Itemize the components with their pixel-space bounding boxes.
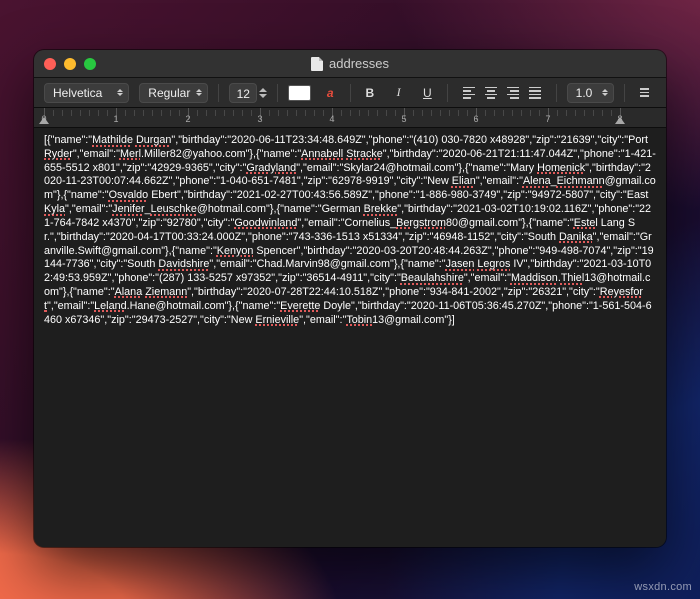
- close-icon[interactable]: [44, 58, 56, 70]
- ruler-label: 2: [185, 114, 190, 124]
- app-window: addresses Helvetica Regular 12 a B I U: [34, 50, 666, 547]
- chevron-updown-icon: [196, 89, 202, 96]
- italic-button[interactable]: I: [389, 83, 408, 103]
- separator: [624, 84, 625, 102]
- traffic-lights: [44, 58, 96, 70]
- document-area[interactable]: [{"name":"Mathilde Durgan","birthday":"2…: [34, 128, 666, 547]
- text-color-swatch[interactable]: [288, 85, 311, 101]
- line-spacing-select[interactable]: 1.0: [567, 83, 615, 103]
- ruler-label: 7: [545, 114, 550, 124]
- separator: [350, 84, 351, 102]
- ruler-label: 5: [401, 114, 406, 124]
- indent-marker-right[interactable]: [615, 117, 625, 124]
- document-icon: [311, 57, 323, 71]
- ruler-label: 6: [473, 114, 478, 124]
- ruler[interactable]: 012345678: [34, 108, 666, 128]
- alignment-group: [458, 83, 546, 103]
- indent-marker-left[interactable]: [39, 117, 49, 124]
- font-weight-value: Regular: [148, 86, 190, 100]
- zoom-icon[interactable]: [84, 58, 96, 70]
- align-center-button[interactable]: [480, 83, 502, 103]
- minimize-icon[interactable]: [64, 58, 76, 70]
- align-right-button[interactable]: [502, 83, 524, 103]
- align-left-button[interactable]: [458, 83, 480, 103]
- ruler-label: 3: [257, 114, 262, 124]
- chevron-updown-icon: [602, 89, 608, 96]
- bold-button[interactable]: B: [361, 83, 380, 103]
- underline-button[interactable]: U: [418, 83, 437, 103]
- separator: [447, 84, 448, 102]
- window-title-text: addresses: [329, 56, 389, 71]
- format-toolbar: Helvetica Regular 12 a B I U 1.0: [34, 78, 666, 108]
- separator: [218, 84, 219, 102]
- font-size-stepper[interactable]: 12: [229, 83, 267, 103]
- titlebar: addresses: [34, 50, 666, 78]
- align-justify-button[interactable]: [524, 83, 546, 103]
- watermark: wsxdn.com: [634, 581, 692, 593]
- ruler-label: 1: [113, 114, 118, 124]
- line-spacing-value: 1.0: [576, 86, 593, 100]
- separator: [277, 84, 278, 102]
- font-size-value[interactable]: 12: [229, 83, 257, 103]
- font-weight-select[interactable]: Regular: [139, 83, 208, 103]
- window-title: addresses: [34, 56, 666, 71]
- styles-button[interactable]: a: [321, 83, 340, 103]
- document-text[interactable]: [{"name":"Mathilde Durgan","birthday":"2…: [44, 134, 656, 327]
- ruler-label: 4: [329, 114, 334, 124]
- chevron-updown-icon: [117, 89, 123, 96]
- list-style-button[interactable]: [635, 83, 656, 103]
- stepper-buttons[interactable]: [259, 88, 267, 98]
- font-family-value: Helvetica: [53, 86, 102, 100]
- separator: [556, 84, 557, 102]
- font-family-select[interactable]: Helvetica: [44, 83, 129, 103]
